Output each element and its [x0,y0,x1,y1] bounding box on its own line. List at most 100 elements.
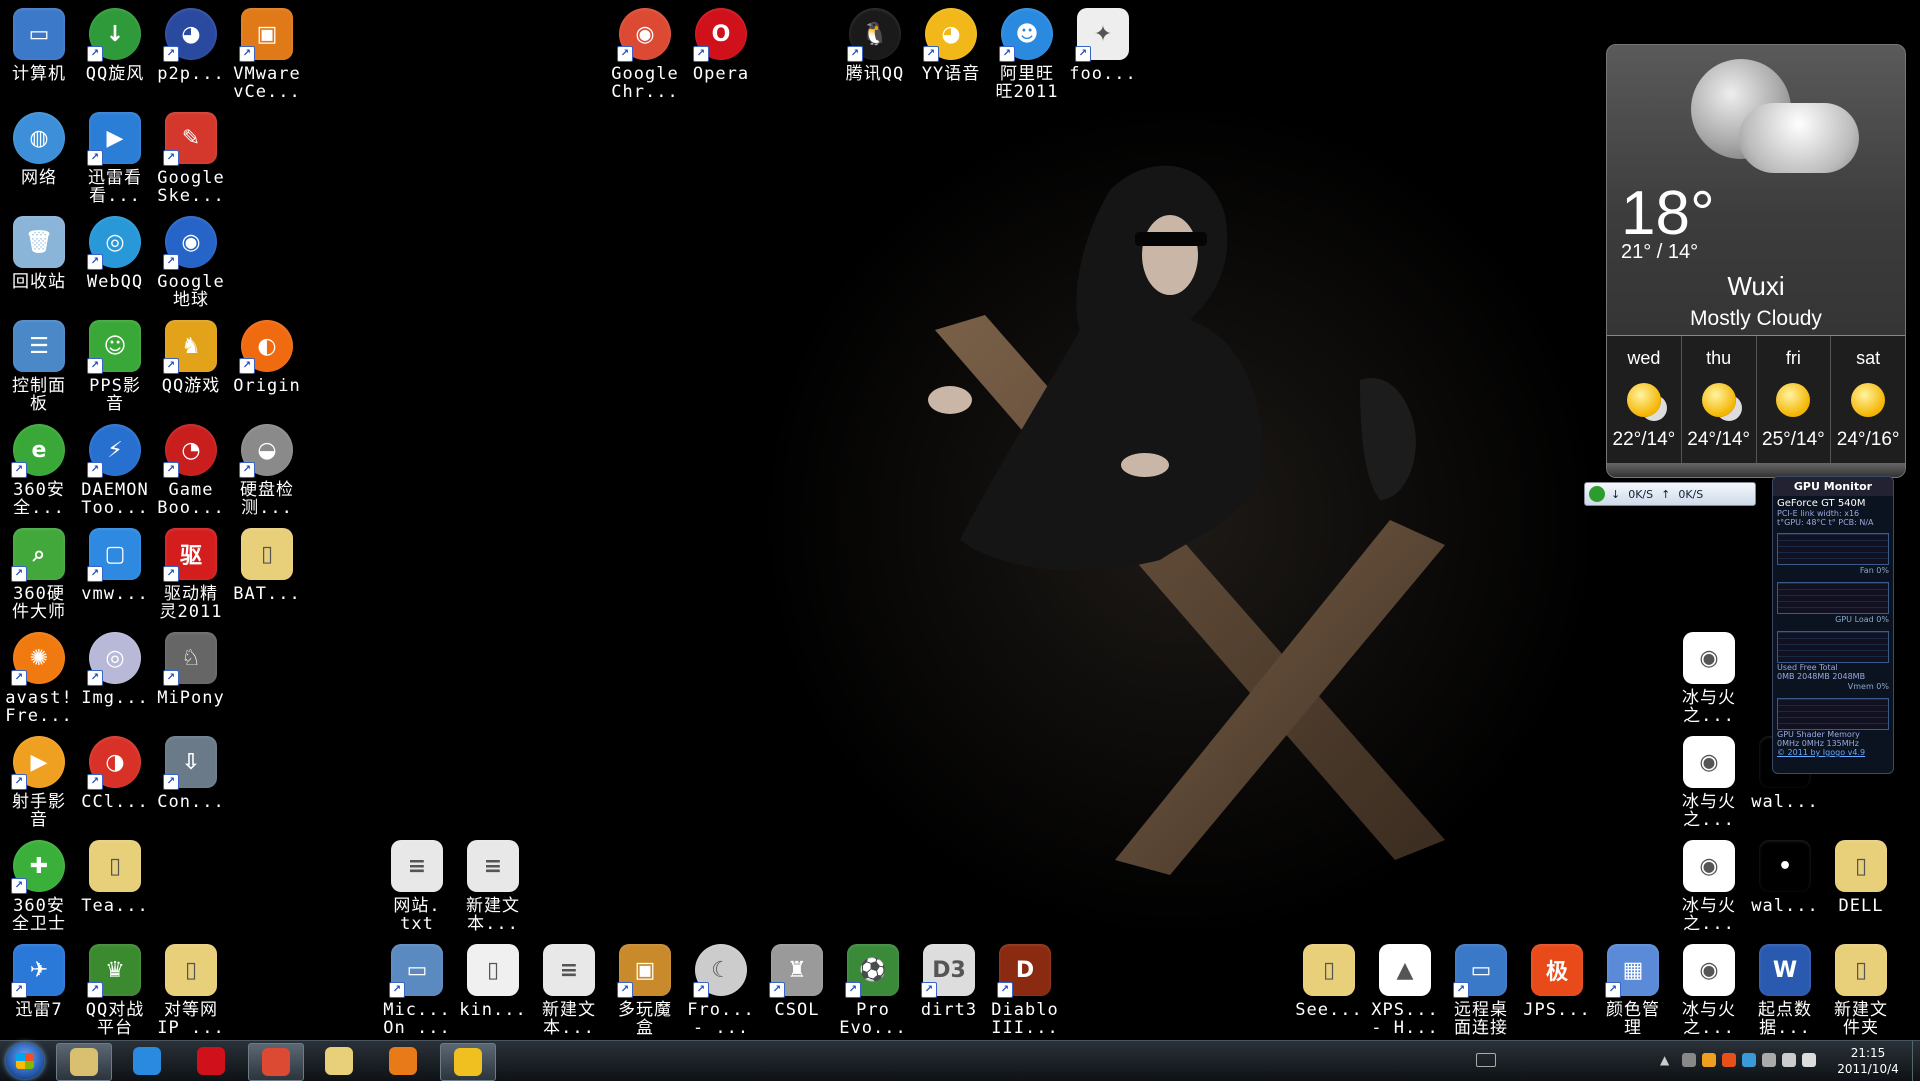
desktop-icon[interactable]: ♜ ↗ CSOL [758,944,836,1019]
desktop-icon[interactable]: 驱 ↗ 驱动精 灵2011 [152,528,230,621]
desktop-icon[interactable]: ☻ ↗ 阿里旺 旺2011 [988,8,1066,101]
desktop-icon[interactable]: 🗑 回收站 [0,216,78,291]
shortcut-arrow-icon: ↗ [11,670,27,686]
desktop-icon[interactable]: ▭ ↗ 远程桌 面连接 [1442,944,1520,1037]
desktop-icon[interactable]: D3 ↗ dirt3 [910,944,988,1019]
desktop-icon[interactable]: ♞ ↗ QQ游戏 [152,320,230,395]
taskbar-app-explorer[interactable] [312,1043,366,1079]
desktop-icon[interactable]: ◉ ↗ Google Chr... [606,8,684,101]
gpu-model: GeForce GT 540M [1777,498,1866,509]
network-signal-icon[interactable] [1782,1053,1796,1067]
tray-app-icon[interactable] [1702,1053,1716,1067]
tray-app-icon[interactable] [1742,1053,1756,1067]
desktop-icon[interactable]: ▣ ↗ 多玩魔 盒 [606,944,684,1037]
desktop-icon[interactable]: ⇩ ↗ Con... [152,736,230,811]
shortcut-arrow-icon: ↗ [11,878,27,894]
desktop-icon[interactable]: ☾ ↗ Fro... - ... [682,944,760,1037]
taskbar-app-chrome[interactable] [248,1043,304,1081]
desktop-icon[interactable]: ♘ ↗ MiPony [152,632,230,707]
desktop-icon[interactable]: ♛ ↗ QQ对战 平台 [76,944,154,1037]
desktop-icon[interactable]: ◉ 冰与火 之... [1670,736,1748,829]
show-hidden-icons-button[interactable]: ▲ [1660,1053,1669,1067]
battery-icon[interactable] [1762,1053,1776,1067]
desktop-icon[interactable]: W 起点数 据... [1746,944,1824,1037]
taskbar-app-weather-app[interactable] [56,1043,112,1081]
desktop-icon[interactable]: ▶ ↗ 迅雷看 看... [76,112,154,205]
desktop-icon[interactable]: D ↗ Diablo III... [986,944,1064,1037]
desktop-icon[interactable]: ◍ 网络 [0,112,78,187]
desktop-icon[interactable]: ◒ ↗ 硬盘检 测... [228,424,306,517]
gpu-monitor-gadget[interactable]: GPU Monitor GeForce GT 540M PCI-E link w… [1772,476,1894,774]
desktop-icon[interactable]: e ↗ 360安 全... [0,424,78,517]
desktop-icon[interactable]: ✦ ↗ foo... [1064,8,1142,83]
weather-gadget[interactable]: 18° 21° / 14° Wuxi Mostly Cloudy wed 22°… [1606,44,1906,478]
desktop-icon[interactable]: ▯ See... [1290,944,1368,1019]
desktop-icon[interactable]: ✈ ↗ 迅雷7 [0,944,78,1019]
show-desktop-button[interactable] [1912,1041,1920,1081]
desktop-icon-label: 冰与火 之... [1682,688,1736,726]
desktop-icon[interactable]: ☺ ↗ PPS影 音 [76,320,154,413]
shortcut-arrow-icon: ↗ [87,462,103,478]
desktop-icon[interactable]: ◉ 冰与火 之... [1670,632,1748,725]
keyboard-icon[interactable] [1476,1053,1496,1067]
desktop-icon[interactable]: ↓ ↗ QQ旋风 [76,8,154,83]
desktop-icon[interactable]: 极 JPS... [1518,944,1596,1019]
desktop-icon[interactable]: ✺ ↗ avast! Fre... [0,632,78,725]
desktop-icon[interactable]: ◐ ↗ Origin [228,320,306,395]
taskbar-app-ie[interactable] [120,1043,174,1079]
desktop-icon[interactable]: ⌕ ↗ 360硬 件大师 [0,528,78,621]
desktop-icon[interactable]: ▯ 新建文 件夹 [1822,944,1900,1037]
desktop-icon[interactable]: ▯ Tea... [76,840,154,915]
volume-icon[interactable] [1802,1053,1816,1067]
desktop-icon[interactable]: ◑ ↗ CCl... [76,736,154,811]
desktop-icon-label: VMware vCe... [233,64,301,102]
desktop-icon[interactable]: ≡ 新建文 本... [530,944,608,1037]
shortcut-arrow-icon: ↗ [87,150,103,166]
desktop-icon[interactable]: ◉ 冰与火 之... [1670,944,1748,1037]
desktop-icon[interactable]: ▯ kin... [454,944,532,1019]
desktop-icon[interactable]: ◎ ↗ Img... [76,632,154,707]
clock[interactable]: 21:15 2011/10/4 [1826,1045,1910,1077]
start-button[interactable] [6,1043,44,1079]
clock-date: 2011/10/4 [1837,1062,1899,1076]
taskbar-app-opera[interactable] [184,1043,238,1079]
app-icon: ▯ [1835,840,1887,892]
desktop-icon[interactable]: ◕ ↗ YY语音 [912,8,990,83]
desktop-icon[interactable]: ◔ ↗ Game Boo... [152,424,230,517]
gpu-monitor-title: GPU Monitor [1773,477,1893,496]
desktop-icon[interactable]: ▭ ↗ Mic... On ... [378,944,456,1037]
desktop-icon[interactable]: ◎ ↗ WebQQ [76,216,154,291]
taskbar-app-media-player[interactable] [376,1043,430,1079]
desktop-icon[interactable]: ≡ 新建文 本... [454,840,532,933]
desktop-icon[interactable]: ✎ ↗ Google Ske... [152,112,230,205]
desktop-icon[interactable]: ▯ BAT... [228,528,306,603]
windows-logo-icon [16,1053,34,1069]
desktop-icon[interactable]: O ↗ Opera [682,8,760,83]
desktop-icon-label: JPS... [1523,1000,1591,1020]
desktop-icon[interactable]: 🐧 ↗ 腾讯QQ [836,8,914,83]
net-speed-widget[interactable]: ↓ 0K/S ↑ 0K/S [1584,482,1756,506]
desktop-icon[interactable]: ▲ XPS... - H... [1366,944,1444,1037]
tray-app-icon[interactable] [1682,1053,1696,1067]
desktop-icon[interactable]: ✚ ↗ 360安 全卫士 [0,840,78,933]
desktop-icon[interactable]: • wal... [1746,840,1824,915]
taskbar-app-qq[interactable] [440,1043,496,1081]
gpu-footer-link[interactable]: © 2011 by Igogo v4.9 [1773,748,1893,757]
desktop-icon[interactable]: ⚡ ↗ DAEMON Too... [76,424,154,517]
desktop-icon[interactable]: ▯ DELL [1822,840,1900,915]
desktop-icon[interactable]: ▯ 对等网 IP ... [152,944,230,1037]
tray-app-icon[interactable] [1722,1053,1736,1067]
desktop-icon[interactable]: ▶ ↗ 射手影 音 [0,736,78,829]
desktop-icon[interactable]: ⚽ ↗ Pro Evo... [834,944,912,1037]
app-icon: ▢ ↗ [87,528,141,582]
desktop-icon[interactable]: ▦ ↗ 颜色管 理 [1594,944,1672,1037]
desktop-icon[interactable]: ◕ ↗ p2p... [152,8,230,83]
desktop-icon[interactable]: ≡ 网站. txt [378,840,456,933]
desktop-icon[interactable]: ☰ 控制面 板 [0,320,78,413]
desktop-icon-label: QQ对战 平台 [85,1000,145,1038]
desktop-icon[interactable]: ◉ ↗ Google 地球 [152,216,230,309]
desktop-icon[interactable]: ◉ 冰与火 之... [1670,840,1748,933]
desktop-icon[interactable]: ▣ ↗ VMware vCe... [228,8,306,101]
desktop-icon[interactable]: ▭ 计算机 [0,8,78,83]
desktop-icon[interactable]: ▢ ↗ vmw... [76,528,154,603]
